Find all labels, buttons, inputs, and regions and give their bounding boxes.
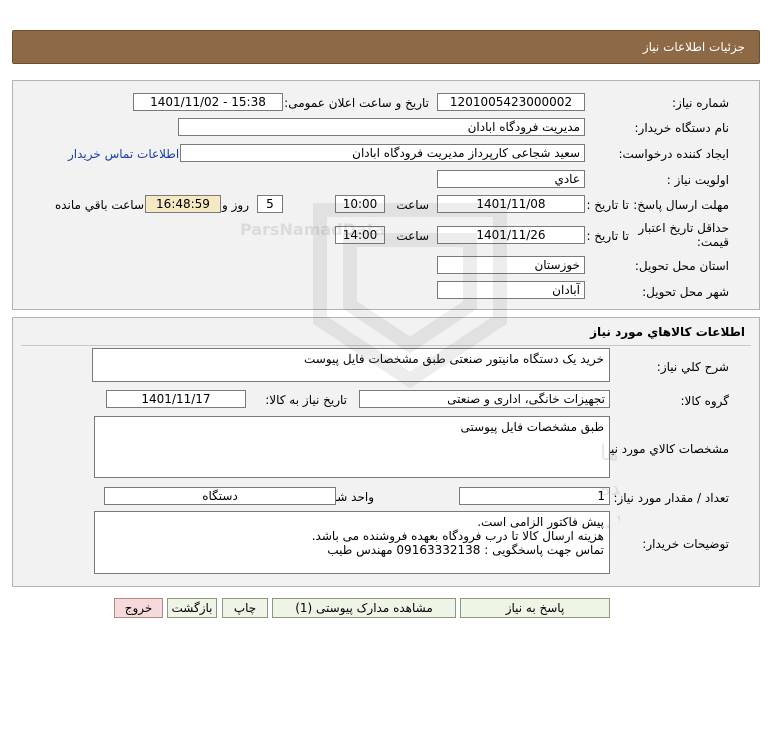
quantity-label: تعداد / مقدار مورد نیاز:: [613, 491, 729, 505]
buyer-note-line: هزینه ارسال کالا تا درب فرودگاه بعهده فر…: [311, 529, 604, 543]
remaining-time-field: 16:48:59: [145, 195, 221, 213]
reply-time-field[interactable]: 10:00: [335, 195, 385, 213]
goods-section-title: اطلاعات کالاهاي مورد نياز: [590, 325, 745, 339]
buyer-notes-field[interactable]: پیش فاکتور الزامی است. هزینه ارسال کالا …: [94, 511, 610, 574]
validity-time-field[interactable]: 14:00: [335, 226, 385, 244]
validity-time-label: ساعت: [396, 229, 429, 243]
remaining-label: ساعت باقي مانده: [54, 198, 144, 212]
reply-to-date-label: تا تاریخ :: [586, 198, 629, 212]
print-button[interactable]: چاپ: [222, 598, 268, 618]
page-header: جزئیات اطلاعات نیاز: [12, 30, 760, 64]
province-field[interactable]: خوزستان: [437, 256, 585, 274]
need-date-label: تاریخ نیاز به کالا:: [265, 393, 347, 407]
reply-deadline-label: مهلت ارسال پاسخ:: [633, 198, 729, 212]
announce-datetime-field[interactable]: 1401/11/02 - 15:38: [133, 93, 283, 111]
summary-label: شرح کلي نياز:: [656, 360, 729, 374]
summary-field[interactable]: خرید یک دستگاه مانیتور صنعتی طبق مشخصات …: [92, 348, 610, 382]
priority-label: اولویت نیاز :: [666, 173, 729, 187]
view-attachments-button[interactable]: مشاهده مدارک پیوستی (1): [272, 598, 456, 618]
need-details-panel: شماره نیاز: 1201005423000002 تاریخ و ساع…: [12, 80, 760, 310]
buyer-org-label: نام دستگاه خریدار:: [634, 121, 730, 135]
buyer-note-line: پیش فاکتور الزامی است.: [477, 515, 604, 529]
buyer-notes-label: توضیحات خریدار:: [642, 537, 729, 551]
need-number-label: شماره نیاز:: [672, 96, 729, 110]
validity-date-field[interactable]: 1401/11/26: [437, 226, 585, 244]
specs-field[interactable]: طبق مشخصات فایل پیوستی: [94, 416, 610, 478]
goods-info-panel: اطلاعات کالاهاي مورد نياز شرح کلي نياز: …: [12, 317, 760, 587]
need-number-field[interactable]: 1201005423000002: [437, 93, 585, 111]
requester-label: ایجاد کننده درخواست:: [618, 147, 729, 161]
reply-to-need-button[interactable]: پاسخ به نیاز: [460, 598, 610, 618]
priority-field[interactable]: عادي: [437, 170, 585, 188]
quantity-field[interactable]: 1: [459, 487, 610, 505]
specs-label: مشخصات کالاي مورد نياز:: [597, 442, 729, 456]
validity-to-date-label: تا تاریخ :: [586, 229, 629, 243]
exit-button[interactable]: خروج: [114, 598, 163, 618]
city-field[interactable]: آبادان: [437, 281, 585, 299]
page-title: جزئیات اطلاعات نیاز: [642, 40, 745, 54]
city-label: شهر محل تحویل:: [642, 285, 729, 299]
unit-field[interactable]: دستگاه: [104, 487, 336, 505]
remaining-days-field[interactable]: 5: [257, 195, 283, 213]
need-date-field[interactable]: 1401/11/17: [106, 390, 246, 408]
buyer-org-field[interactable]: مدیریت فرودگاه ابادان: [178, 118, 585, 136]
buyer-contact-link[interactable]: اطلاعات تماس خریدار: [68, 147, 179, 161]
validity-label: حداقل تاریخ اعتبار قیمت:: [638, 221, 729, 249]
requester-field[interactable]: سعید شجاعی کارپرداز مدیریت فرودگاه ابادا…: [180, 144, 585, 162]
back-button[interactable]: بازگشت: [167, 598, 217, 618]
goods-group-label: گروه کالا:: [680, 394, 730, 408]
announce-label: تاریخ و ساعت اعلان عمومی:: [284, 96, 429, 110]
reply-date-field[interactable]: 1401/11/08: [437, 195, 585, 213]
days-label: روز و: [222, 198, 249, 212]
section-divider: [21, 345, 751, 346]
reply-time-label: ساعت: [396, 198, 429, 212]
province-label: استان محل تحویل:: [634, 259, 729, 273]
buyer-note-line: تماس جهت پاسخگویی : 09163332138 مهندس طی…: [327, 543, 604, 557]
goods-group-field[interactable]: تجهیزات خانگی، اداری و صنعتی: [359, 390, 610, 408]
